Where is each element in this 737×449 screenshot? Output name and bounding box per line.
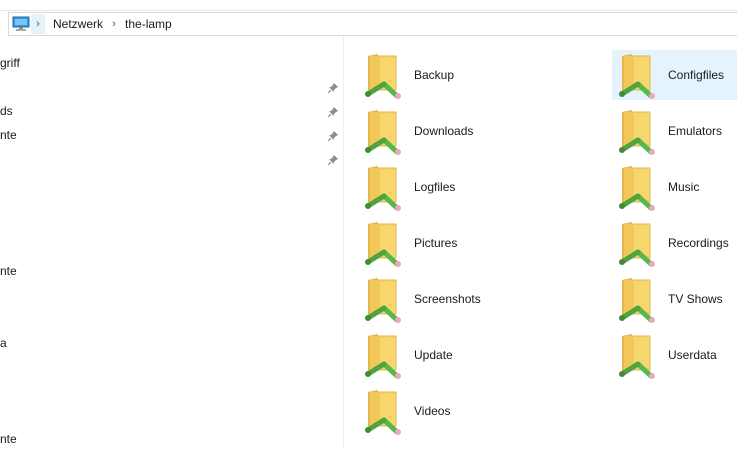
folder-item[interactable]: Userdata <box>612 330 737 380</box>
folder-item[interactable]: Backup <box>358 50 518 100</box>
folder-label: Downloads <box>414 124 474 138</box>
folder-label: Logfiles <box>414 180 456 194</box>
network-share-folder-icon <box>618 50 662 100</box>
folder-view[interactable]: Backup Configfiles Downloads Emulators Logfi… <box>344 36 737 447</box>
nav-item-documents-3[interactable]: nte <box>0 429 17 449</box>
folder-label: Backup <box>414 68 455 82</box>
folder-label: Recordings <box>668 236 729 250</box>
pin-icon[interactable] <box>327 154 339 166</box>
network-share-folder-icon <box>618 106 662 156</box>
nav-item-documents[interactable]: nte <box>0 125 17 145</box>
nav-item-documents-2[interactable]: nte <box>0 261 17 281</box>
folder-label: Pictures <box>414 236 458 250</box>
network-share-folder-icon <box>618 330 662 380</box>
folder-item[interactable]: Videos <box>358 386 518 436</box>
folder-item[interactable]: Logfiles <box>358 162 518 212</box>
network-share-folder-icon <box>364 386 408 436</box>
folder-label: Music <box>668 180 700 194</box>
pin-icon[interactable] <box>327 82 339 94</box>
folder-item[interactable]: Emulators <box>612 106 737 156</box>
breadcrumb-the-lamp[interactable]: the-lamp <box>121 14 176 34</box>
network-share-folder-icon <box>618 218 662 268</box>
folder-label: Videos <box>414 404 451 418</box>
breadcrumb-netzwerk[interactable]: Netzwerk <box>49 14 107 34</box>
folder-item[interactable]: Recordings <box>612 218 737 268</box>
network-share-folder-icon <box>364 274 408 324</box>
folder-item[interactable]: TV Shows <box>612 274 737 324</box>
pin-icon[interactable] <box>327 130 339 142</box>
nav-item-quick-access[interactable]: griff <box>0 53 20 73</box>
navigation-pane[interactable]: griff ds nte nte a nte <box>0 36 344 447</box>
folder-item[interactable]: Update <box>358 330 518 380</box>
pin-icon[interactable] <box>327 106 339 118</box>
network-share-folder-icon <box>364 50 408 100</box>
folder-label: Configfiles <box>668 68 725 82</box>
folder-item[interactable]: Music <box>612 162 737 212</box>
folder-label: Userdata <box>668 348 717 362</box>
folder-item[interactable]: Configfiles <box>612 50 737 100</box>
folder-label: Update <box>414 348 453 362</box>
network-share-folder-icon <box>618 274 662 324</box>
computer-icon <box>11 15 31 33</box>
nav-item-media[interactable]: a <box>0 333 7 353</box>
network-share-folder-icon <box>364 218 408 268</box>
network-share-folder-icon <box>364 106 408 156</box>
network-share-folder-icon <box>618 162 662 212</box>
folder-item[interactable]: Screenshots <box>358 274 518 324</box>
folder-item[interactable]: Downloads <box>358 106 518 156</box>
title-strip <box>0 0 737 11</box>
folder-label: Screenshots <box>414 292 481 306</box>
folder-label: TV Shows <box>668 292 723 306</box>
address-bar[interactable]: › Netzwerk › the-lamp <box>8 12 737 36</box>
network-share-folder-icon <box>364 162 408 212</box>
chevron-right-icon[interactable]: › <box>31 14 45 34</box>
nav-item-downloads[interactable]: ds <box>0 101 13 121</box>
network-share-folder-icon <box>364 330 408 380</box>
folder-label: Emulators <box>668 124 723 138</box>
chevron-right-icon[interactable]: › <box>107 14 121 34</box>
folder-item[interactable]: Pictures <box>358 218 518 268</box>
